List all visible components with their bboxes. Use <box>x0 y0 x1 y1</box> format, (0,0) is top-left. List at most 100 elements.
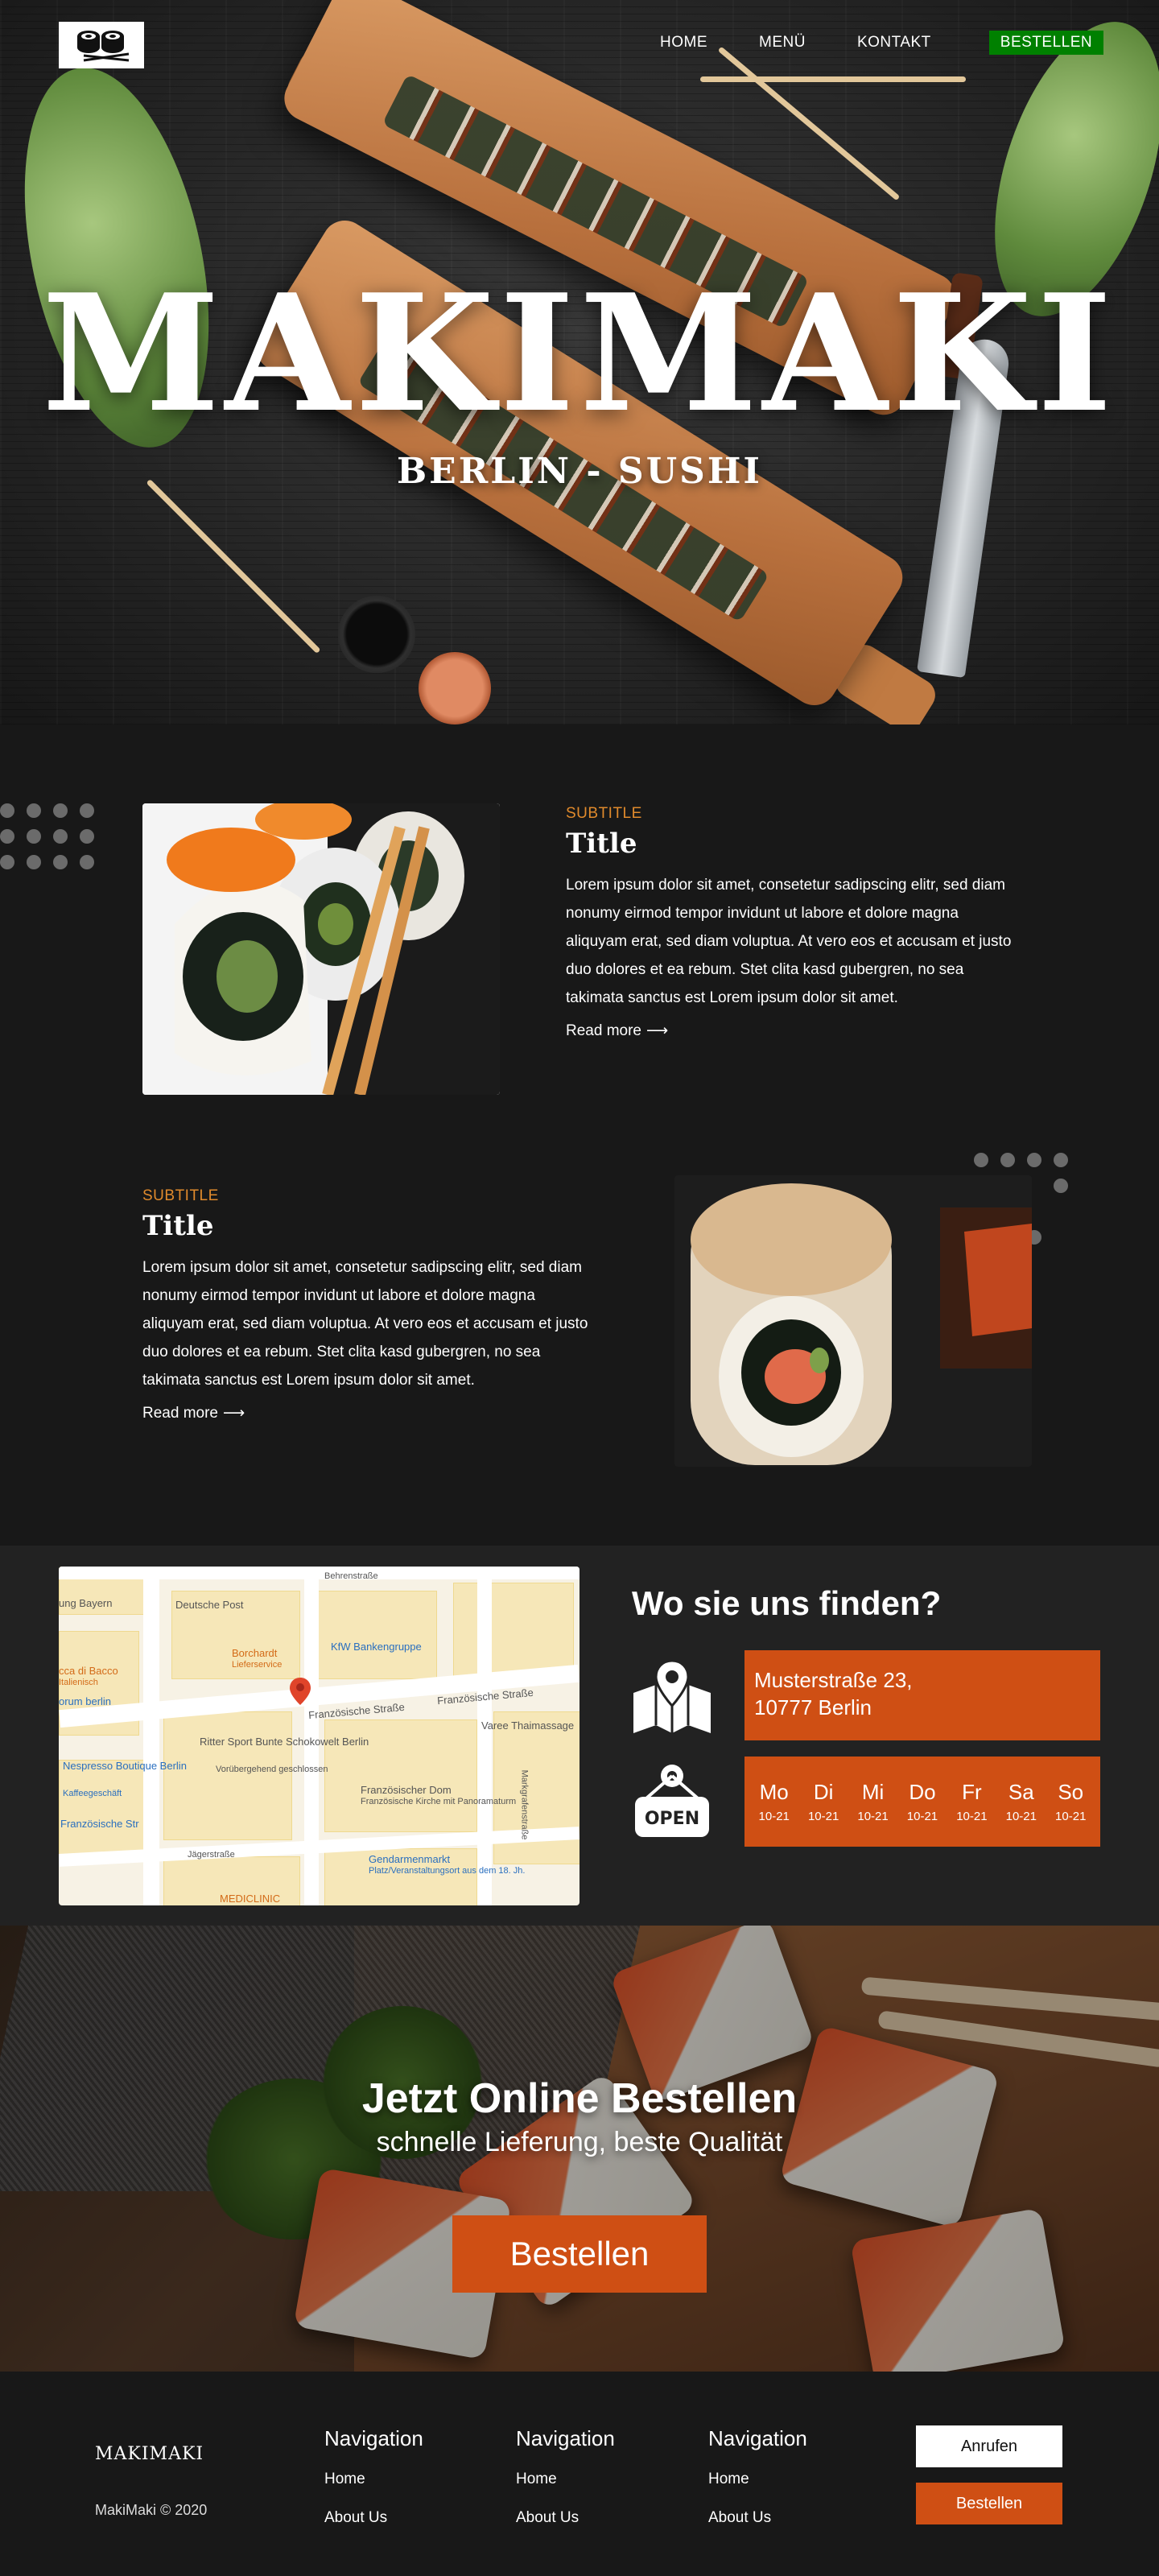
footer-link-home[interactable]: Home <box>324 2471 423 2488</box>
location-title: Wo sie uns finden? <box>632 1584 942 1622</box>
read-more-link[interactable]: Read more ⟶ <box>142 1404 245 1422</box>
order-title: Jetzt Online Bestellen <box>361 2075 798 2122</box>
footer-nav-column: Navigation Home About Us <box>324 2426 423 2548</box>
location-section: ung Bayern Deutsche Post Borchardt Liefe… <box>0 1546 1159 1926</box>
footer-link-about[interactable]: About Us <box>324 2509 423 2527</box>
map-label: Behrenstraße <box>324 1571 378 1581</box>
hero-title: MAKIMAKI <box>42 259 1117 448</box>
map-street <box>59 1567 580 1579</box>
map-street <box>143 1567 159 1905</box>
hours-day: Di 10-21 <box>808 1780 839 1823</box>
map-label: orum berlin <box>59 1695 112 1707</box>
call-button[interactable]: Anrufen <box>916 2425 1062 2467</box>
hours-day: Sa 10-21 <box>1006 1780 1037 1823</box>
footer-nav-heading: Navigation <box>324 2426 423 2450</box>
order-banner: Jetzt Online Bestellen schnelle Lieferun… <box>0 1926 1159 2372</box>
site-logo[interactable] <box>59 22 144 68</box>
map-label: Französische Kirche mit Panoramaturm <box>361 1797 517 1806</box>
map-block <box>59 1760 147 1856</box>
map-label: MEDICLINIC <box>220 1893 281 1905</box>
sushi-logo-icon <box>77 31 130 62</box>
day-name: Mo <box>759 1780 789 1804</box>
hours-day: So 10-21 <box>1055 1780 1086 1823</box>
feature-image-sushi-piece <box>674 1175 1032 1467</box>
map-label: Markgrafenstraße <box>519 1769 530 1840</box>
map-label: Deutsche Post <box>175 1599 244 1611</box>
sauce-bowl <box>419 652 491 724</box>
map-label: Borchardt <box>232 1647 278 1659</box>
map-location-icon <box>632 1657 712 1737</box>
map-pin-icon <box>290 1678 311 1705</box>
map-label: Nespresso Boutique Berlin <box>63 1760 187 1772</box>
feature-image-sushi-rolls <box>142 803 500 1095</box>
map-label: Italienisch <box>59 1678 98 1687</box>
map-street <box>477 1567 492 1905</box>
soy-sauce-bowl <box>338 596 415 673</box>
order-subtitle: schnelle Lieferung, beste Qualität <box>376 2127 783 2157</box>
footer-nav-column: Navigation Home About Us <box>516 2426 615 2548</box>
nav-order-button[interactable]: BESTELLEN <box>988 31 1104 55</box>
day-time: 10-21 <box>857 1810 889 1823</box>
arrow-right-icon: ⟶ <box>646 1022 669 1039</box>
location-map[interactable]: ung Bayern Deutsche Post Borchardt Liefe… <box>59 1567 580 1905</box>
footer-link-about[interactable]: About Us <box>516 2509 615 2527</box>
feature-title: Title <box>142 1210 214 1242</box>
hero-subtitle: BERLIN - SUSHI <box>396 451 762 492</box>
day-name: Mi <box>861 1780 885 1804</box>
feature-body: Lorem ipsum dolor sit amet, consetetur s… <box>142 1259 588 1389</box>
map-label: Ritter Sport Bunte Schokowelt Berlin <box>200 1736 369 1748</box>
footer-link-home[interactable]: Home <box>708 2471 807 2488</box>
day-time: 10-21 <box>956 1810 988 1823</box>
map-label: KfW Bankengruppe <box>331 1641 422 1653</box>
hours-day: Mo 10-21 <box>759 1780 790 1823</box>
day-name: Fr <box>962 1780 982 1804</box>
address-line-1: Musterstraße 23, <box>754 1668 913 1692</box>
address-box: Musterstraße 23, 10777 Berlin <box>744 1650 1100 1740</box>
day-time: 10-21 <box>906 1810 938 1823</box>
footer-order-button[interactable]: Bestellen <box>916 2483 1062 2524</box>
read-more-link[interactable]: Read more ⟶ <box>566 1022 668 1040</box>
map-label: Jägerstraße <box>188 1850 235 1860</box>
main-nav: HOME MENÜ KONTAKT BESTELLEN <box>660 31 1104 55</box>
map-label: ccа di Bacco <box>59 1665 118 1677</box>
day-name: Di <box>813 1780 834 1804</box>
day-time: 10-21 <box>807 1810 839 1823</box>
feature-text-2: SUBTITLE Title Lorem ipsum dolor sit ame… <box>142 1187 598 1422</box>
map-label: Vorübergehend geschlossen <box>216 1765 328 1774</box>
address-line-2: 10777 Berlin <box>754 1695 872 1719</box>
site-footer: MAKIMAKI MakiMaki © 2020 Navigation Home… <box>0 2372 1159 2576</box>
features-section: SUBTITLE Title Lorem ipsum dolor sit ame… <box>0 724 1159 1546</box>
footer-link-about[interactable]: About Us <box>708 2509 807 2527</box>
feature-subtitle: SUBTITLE <box>142 1187 219 1204</box>
map-label: Kaffeegeschäft <box>63 1789 122 1798</box>
day-name: So <box>1058 1780 1084 1804</box>
hero-section: MAKIMAKI BERLIN - SUSHI <box>0 0 1159 724</box>
chopstick <box>700 76 966 82</box>
footer-nav-heading: Navigation <box>708 2426 807 2450</box>
day-time: 10-21 <box>1005 1810 1037 1823</box>
footer-brand: MAKIMAKI <box>95 2444 204 2464</box>
open-sign-text: OPEN <box>645 1809 699 1829</box>
day-name: Sa <box>1008 1780 1034 1804</box>
open-sign-icon: OPEN <box>632 1761 712 1842</box>
map-block <box>316 1591 437 1679</box>
feature-title: Title <box>566 828 637 860</box>
nav-contact[interactable]: KONTAKT <box>857 34 931 52</box>
chopstick <box>146 478 321 654</box>
map-block <box>453 1583 574 1679</box>
hours-day: Fr 10-21 <box>956 1780 987 1823</box>
hours-day: Do 10-21 <box>907 1780 938 1823</box>
nav-menu[interactable]: MENÜ <box>759 34 806 52</box>
footer-nav-column: Navigation Home About Us <box>708 2426 807 2548</box>
order-button[interactable]: Bestellen <box>452 2215 707 2293</box>
nav-home[interactable]: HOME <box>660 34 707 52</box>
map-label: Gendarmenmarkt <box>369 1853 451 1865</box>
read-more-label: Read more <box>142 1405 218 1422</box>
feature-subtitle: SUBTITLE <box>566 805 642 822</box>
hours-day: Mi 10-21 <box>857 1780 888 1823</box>
dots-decoration <box>0 803 94 869</box>
footer-link-home[interactable]: Home <box>516 2471 615 2488</box>
read-more-label: Read more <box>566 1022 641 1039</box>
map-label: ung Bayern <box>59 1597 113 1609</box>
map-label: Französische Str <box>60 1818 139 1830</box>
